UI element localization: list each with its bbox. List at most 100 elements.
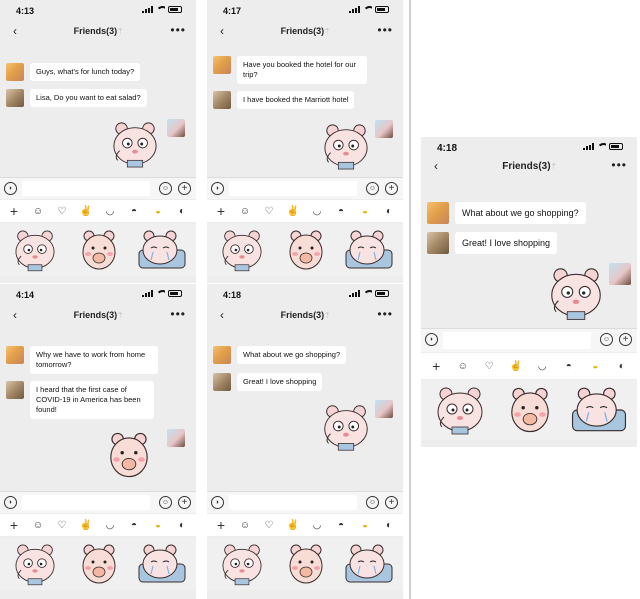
voice-icon[interactable]: ◗ xyxy=(4,496,17,509)
favorite-icon[interactable]: ♡ xyxy=(481,361,497,372)
gesture-icon[interactable]: ✌ xyxy=(78,206,94,217)
sticker-icon[interactable]: ☺ xyxy=(366,182,379,195)
add-sticker-icon[interactable]: + xyxy=(6,203,22,219)
sticker-pack-icon[interactable]: ◒ xyxy=(357,520,373,531)
sticker-pack-icon[interactable]: ◒ xyxy=(150,520,166,531)
more-icon[interactable]: ••• xyxy=(611,158,627,172)
emoji-icon[interactable]: ☺ xyxy=(455,361,471,372)
add-sticker-icon[interactable]: + xyxy=(6,517,22,533)
sticker-pack-icon[interactable]: ◓ xyxy=(126,520,142,531)
message-bubble[interactable]: Why we have to work from home tomorrow? xyxy=(30,346,158,374)
gesture-icon[interactable]: ✌ xyxy=(285,520,301,531)
avatar[interactable] xyxy=(213,346,231,364)
bear-sleep-sticker[interactable] xyxy=(344,230,394,270)
more-icon[interactable]: ••• xyxy=(377,23,393,37)
sticker-pack-icon[interactable]: ◡ xyxy=(309,520,325,531)
sticker-pack-icon[interactable]: ◒ xyxy=(150,206,166,217)
voice-icon[interactable]: ◗ xyxy=(425,333,438,346)
plus-icon[interactable]: + xyxy=(385,182,398,195)
bear-thinking-sticker[interactable] xyxy=(106,120,164,168)
message-bubble[interactable]: Guys, what's for lunch today? xyxy=(30,63,141,81)
plus-icon[interactable]: + xyxy=(178,496,191,509)
sticker-pack-icon[interactable]: ◒ xyxy=(587,361,603,372)
sticker-pack-icon[interactable]: ◡ xyxy=(309,206,325,217)
gesture-icon[interactable]: ✌ xyxy=(78,520,94,531)
message-bubble[interactable]: I heard that the first case of COVID-19 … xyxy=(30,381,154,419)
favorite-icon[interactable]: ♡ xyxy=(54,520,70,531)
bear-sleep-sticker[interactable] xyxy=(137,544,187,584)
message-input[interactable] xyxy=(229,181,357,196)
bear-shy-sticker[interactable] xyxy=(286,542,326,586)
more-icon[interactable]: ••• xyxy=(377,307,393,321)
bear-shy-sticker[interactable] xyxy=(286,228,326,272)
bear-shy-sticker[interactable] xyxy=(106,430,152,480)
avatar[interactable] xyxy=(427,232,449,254)
bear-thinking-sticker[interactable] xyxy=(216,228,268,272)
my-avatar[interactable] xyxy=(375,120,393,138)
avatar[interactable] xyxy=(6,89,24,107)
message-bubble[interactable]: What about we go shopping? xyxy=(455,202,586,224)
bear-thinking-sticker[interactable] xyxy=(9,542,61,586)
sticker-pack-icon[interactable]: ◒ xyxy=(357,206,373,217)
message-bubble[interactable]: I have booked the Marriott hotel xyxy=(237,91,355,109)
plus-icon[interactable]: + xyxy=(178,182,191,195)
sticker-pack-icon[interactable]: ◐ xyxy=(174,206,190,217)
gesture-icon[interactable]: ✌ xyxy=(285,206,301,217)
sticker-pack-icon[interactable]: ◓ xyxy=(126,206,142,217)
sticker-pack-icon[interactable]: ◡ xyxy=(102,520,118,531)
my-avatar[interactable] xyxy=(167,429,185,447)
sticker-icon[interactable]: ☺ xyxy=(159,182,172,195)
bear-sleep-sticker[interactable] xyxy=(570,387,628,433)
bear-shy-sticker[interactable] xyxy=(79,228,119,272)
my-avatar[interactable] xyxy=(167,119,185,137)
bear-thinking-sticker[interactable] xyxy=(430,385,490,435)
sticker-pack-icon[interactable]: ◐ xyxy=(381,206,397,217)
my-avatar[interactable] xyxy=(609,263,631,285)
sticker-icon[interactable]: ☺ xyxy=(600,333,613,346)
add-sticker-icon[interactable]: + xyxy=(213,517,229,533)
sticker-pack-icon[interactable]: ◓ xyxy=(561,361,577,372)
message-input[interactable] xyxy=(443,332,591,349)
message-bubble[interactable]: Have you booked the hotel for our trip? xyxy=(237,56,367,84)
emoji-icon[interactable]: ☺ xyxy=(237,520,253,531)
avatar[interactable] xyxy=(6,63,24,81)
voice-icon[interactable]: ◗ xyxy=(211,496,224,509)
sticker-pack-icon[interactable]: ◐ xyxy=(381,520,397,531)
plus-icon[interactable]: + xyxy=(619,333,632,346)
gesture-icon[interactable]: ✌ xyxy=(508,361,524,372)
add-sticker-icon[interactable]: + xyxy=(213,203,229,219)
avatar[interactable] xyxy=(213,373,231,391)
add-sticker-icon[interactable]: + xyxy=(428,358,444,374)
sticker-pack-icon[interactable]: ◓ xyxy=(333,520,349,531)
sticker-pack-icon[interactable]: ◓ xyxy=(333,206,349,217)
bear-sleep-sticker[interactable] xyxy=(344,544,394,584)
more-icon[interactable]: ••• xyxy=(170,307,186,321)
bear-thinking-sticker[interactable] xyxy=(317,402,375,452)
avatar[interactable] xyxy=(213,91,231,109)
favorite-icon[interactable]: ♡ xyxy=(261,520,277,531)
avatar[interactable] xyxy=(427,202,449,224)
avatar[interactable] xyxy=(213,56,231,74)
message-bubble[interactable]: Lisa, Do you want to eat salad? xyxy=(30,89,147,107)
sticker-pack-icon[interactable]: ◡ xyxy=(534,361,550,372)
bear-thinking-sticker[interactable] xyxy=(216,542,268,586)
emoji-icon[interactable]: ☺ xyxy=(237,206,253,217)
message-input[interactable] xyxy=(22,495,150,510)
bear-shy-sticker[interactable] xyxy=(79,542,119,586)
voice-icon[interactable]: ◗ xyxy=(4,182,17,195)
sticker-pack-icon[interactable]: ◐ xyxy=(174,520,190,531)
plus-icon[interactable]: + xyxy=(385,496,398,509)
bear-sleep-sticker[interactable] xyxy=(137,230,187,270)
avatar[interactable] xyxy=(6,346,24,364)
bear-thinking-sticker[interactable] xyxy=(543,265,609,321)
message-input[interactable] xyxy=(229,495,357,510)
message-bubble[interactable]: Great! I love shopping xyxy=(455,232,558,254)
emoji-icon[interactable]: ☺ xyxy=(30,520,46,531)
bear-thinking-sticker[interactable] xyxy=(9,228,61,272)
voice-icon[interactable]: ◗ xyxy=(211,182,224,195)
sticker-icon[interactable]: ☺ xyxy=(366,496,379,509)
sticker-pack-icon[interactable]: ◐ xyxy=(614,361,630,372)
my-avatar[interactable] xyxy=(375,400,393,418)
sticker-pack-icon[interactable]: ◡ xyxy=(102,206,118,217)
more-icon[interactable]: ••• xyxy=(170,23,186,37)
